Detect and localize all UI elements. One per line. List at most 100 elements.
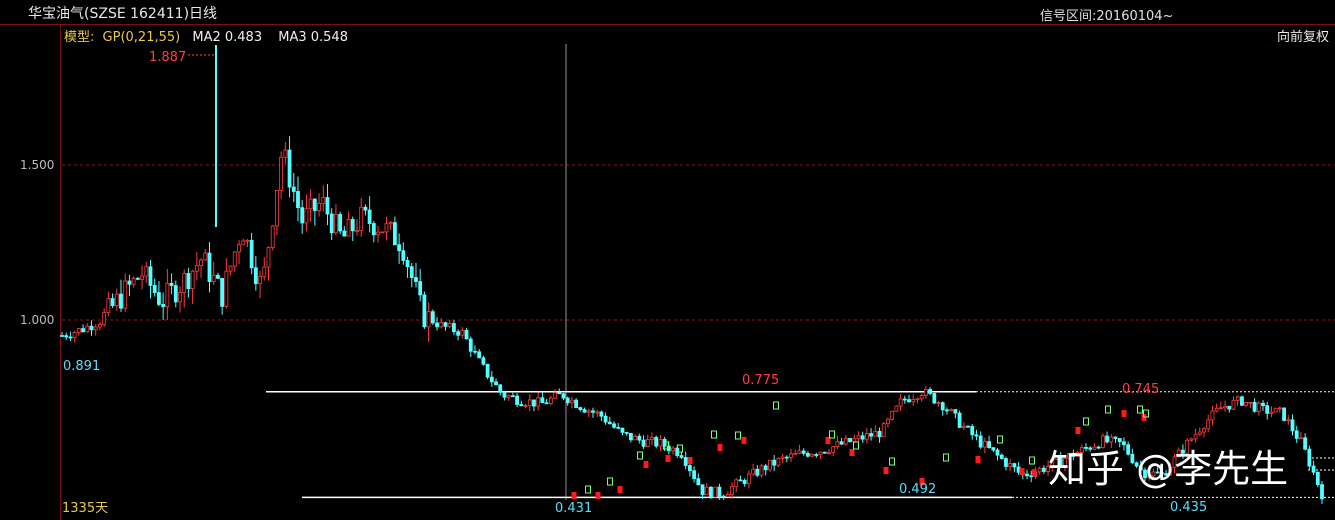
candle-body [498, 384, 503, 393]
candle-body [447, 323, 452, 327]
candle-body [228, 265, 233, 272]
candle-body [1248, 401, 1253, 404]
candle-body [1311, 465, 1316, 473]
candle-body [995, 449, 1000, 456]
candle-body [422, 294, 427, 328]
candle-body [270, 225, 275, 249]
candle-body [182, 273, 187, 294]
candle-body [991, 447, 996, 451]
candle-body [135, 277, 140, 280]
candle-body [886, 418, 890, 425]
candle-body [279, 156, 284, 191]
candle-body [1282, 407, 1286, 421]
candle-body [843, 437, 848, 445]
candle-body [199, 259, 203, 267]
candle-body [869, 433, 873, 437]
buy-signal [741, 437, 747, 444]
candle-body [380, 231, 385, 234]
buy-signal [717, 444, 723, 451]
candle-body [359, 206, 364, 231]
candle-body [93, 326, 98, 331]
candle-body [953, 409, 958, 414]
candle-body [266, 247, 271, 268]
candle-body [1197, 431, 1202, 435]
buy-signal [687, 457, 693, 464]
annotation-high: 0.745 [1122, 382, 1159, 397]
candle-body [776, 457, 781, 466]
candle-body [186, 273, 191, 289]
candle-body [430, 311, 435, 324]
candle-body [1256, 402, 1261, 412]
candle-body [679, 455, 684, 458]
candle-body [797, 450, 802, 454]
sell-signal [1029, 456, 1035, 465]
candle-body [784, 456, 789, 459]
candle-body [692, 470, 697, 480]
candle-body [961, 425, 966, 428]
candle-body [595, 411, 600, 414]
candle-body [831, 446, 836, 453]
buy-signal [1075, 427, 1081, 434]
candle-body [553, 392, 557, 399]
candle-body [860, 435, 865, 440]
candle-body [1269, 411, 1274, 414]
candle-body [780, 456, 785, 459]
candle-body [523, 405, 528, 408]
buy-signal [571, 492, 577, 499]
candle-body [1252, 401, 1257, 412]
candle-body [536, 397, 541, 407]
candle-body [363, 206, 368, 211]
candle-body [683, 457, 688, 466]
buy-signal [883, 467, 889, 474]
candle-body [178, 292, 182, 303]
candle-body [1218, 407, 1223, 410]
candle-body [890, 410, 895, 420]
watermark: 知乎 @李先生 [1048, 447, 1289, 491]
buy-signal [665, 455, 671, 462]
candle-body [426, 311, 431, 328]
candle-body [814, 454, 819, 456]
buy-signal [1019, 468, 1025, 475]
candle-body [751, 468, 756, 475]
candle-body [873, 431, 878, 437]
candle-body [763, 465, 768, 471]
candle-body [532, 399, 536, 407]
candle-body [60, 335, 64, 337]
candle-body [759, 465, 764, 476]
candle-body [300, 207, 305, 224]
sell-signal [607, 477, 613, 486]
candle-body [102, 312, 107, 325]
candle-body [894, 405, 899, 412]
candle-body [140, 275, 144, 280]
candle-body [540, 397, 545, 404]
candle-body [127, 280, 132, 285]
candle-body [915, 398, 920, 401]
candle-body [919, 395, 924, 400]
candle-body [1012, 463, 1017, 468]
candle-body [460, 329, 465, 336]
candle-body [805, 452, 810, 457]
candle-body [131, 277, 136, 285]
candle-body [637, 435, 642, 441]
candle-body [275, 190, 279, 227]
candle-body [439, 322, 444, 328]
candle-body [928, 388, 932, 394]
candle-body [1294, 430, 1299, 439]
candle-body [1227, 405, 1232, 410]
candle-body [987, 441, 991, 448]
candle-body [452, 323, 456, 333]
candle-body [852, 438, 857, 443]
candle-body [161, 304, 166, 308]
candle-body [76, 328, 81, 333]
candle-body [932, 393, 937, 404]
candle-body [565, 397, 570, 404]
candle-body [709, 486, 713, 498]
candle-body [296, 191, 300, 209]
candle-body [641, 439, 646, 447]
candle-body [620, 427, 625, 433]
candle-body [898, 398, 903, 407]
candle-body [1004, 458, 1008, 467]
candle-body [304, 208, 309, 224]
buy-signal [1031, 469, 1037, 476]
y-tick-label: 1.500 [20, 158, 54, 172]
